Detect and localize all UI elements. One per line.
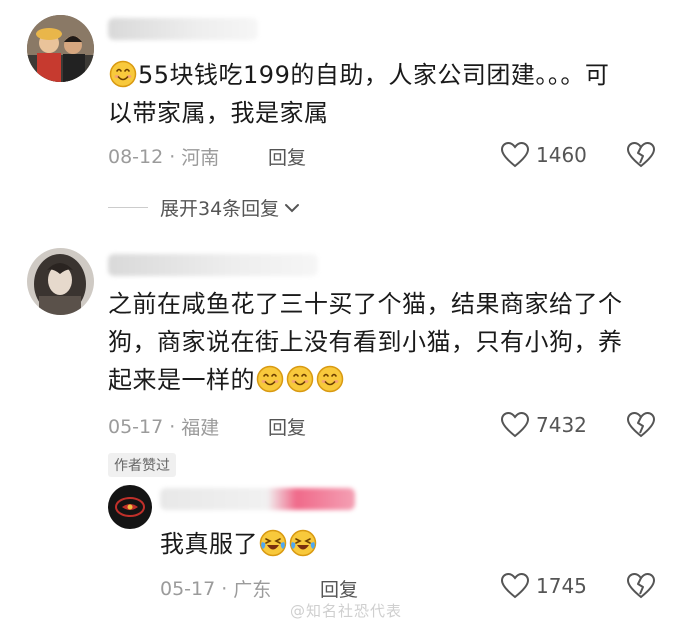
heart-outline-icon	[500, 141, 530, 169]
comment-text-line: 以带家属，我是家属	[108, 99, 329, 127]
comment-text-line: 之前在咸鱼花了三十买了个猫，结果商家给了个	[108, 290, 623, 318]
author-liked-badge: 作者赞过	[108, 453, 176, 477]
username-blurred[interactable]	[160, 488, 355, 510]
avatar[interactable]	[27, 15, 94, 82]
smile-emoji-icon	[256, 365, 284, 393]
reply-meta: 05-17 · 广东	[160, 575, 271, 602]
broken-heart-icon	[626, 141, 656, 169]
chevron-down-icon	[285, 203, 300, 212]
smile-emoji-icon	[286, 365, 314, 393]
comment-region: 福建	[181, 417, 220, 439]
comment-text: 55块钱吃199的自助，人家公司团建。。。可 以带家属，我是家属	[108, 56, 678, 132]
reply-text-line: 我真服了	[160, 530, 258, 558]
comment-meta: 05-17 · 福建	[108, 413, 219, 440]
like-count: 1745	[536, 574, 587, 598]
heart-outline-icon	[500, 572, 530, 600]
username-blurred[interactable]	[108, 254, 318, 276]
smile-emoji-icon	[316, 365, 344, 393]
comment-date: 08-12	[108, 145, 164, 168]
laugh-cry-emoji-icon	[259, 529, 287, 557]
broken-heart-icon	[626, 572, 656, 600]
expand-replies-button[interactable]: 展开34条回复	[108, 194, 301, 221]
avatar[interactable]	[108, 485, 152, 529]
meta-separator: ·	[221, 577, 228, 600]
comment-meta: 08-12 · 河南	[108, 143, 219, 170]
comment-text-line: 狗，商家说在街上没有看到小猫，只有小狗，养	[108, 328, 623, 356]
dislike-button[interactable]	[626, 411, 656, 443]
comment-text-line: 55块钱吃199的自助，人家公司团建。。。可	[138, 61, 610, 89]
username-blurred[interactable]	[108, 18, 258, 40]
meta-separator: ·	[169, 415, 176, 438]
like-button[interactable]: 1460	[500, 141, 587, 169]
comment-region: 河南	[181, 147, 220, 169]
watermark: @知名社恐代表	[290, 602, 403, 620]
avatar[interactable]	[27, 248, 94, 315]
like-count: 1460	[536, 143, 587, 167]
expand-replies-label: 展开34条回复	[160, 198, 280, 220]
like-count: 7432	[536, 413, 587, 437]
like-button[interactable]: 1745	[500, 572, 587, 600]
smile-emoji-icon	[109, 60, 137, 88]
heart-outline-icon	[500, 411, 530, 439]
reply-button[interactable]: 回复	[320, 575, 358, 602]
like-button[interactable]: 7432	[500, 411, 587, 439]
reply-button[interactable]: 回复	[268, 413, 306, 440]
dislike-button[interactable]	[626, 141, 656, 173]
reply-region: 广东	[233, 579, 272, 601]
reply-date: 05-17	[160, 577, 216, 600]
expand-divider	[108, 207, 148, 208]
comment-date: 05-17	[108, 415, 164, 438]
comment-text: 之前在咸鱼花了三十买了个猫，结果商家给了个 狗，商家说在街上没有看到小猫，只有小…	[108, 285, 683, 399]
laugh-cry-emoji-icon	[289, 529, 317, 557]
broken-heart-icon	[626, 411, 656, 439]
dislike-button[interactable]	[626, 572, 656, 604]
reply-button[interactable]: 回复	[268, 143, 306, 170]
comment-text-line: 起来是一样的	[108, 366, 255, 394]
meta-separator: ·	[169, 145, 176, 168]
reply-text: 我真服了	[160, 525, 318, 563]
